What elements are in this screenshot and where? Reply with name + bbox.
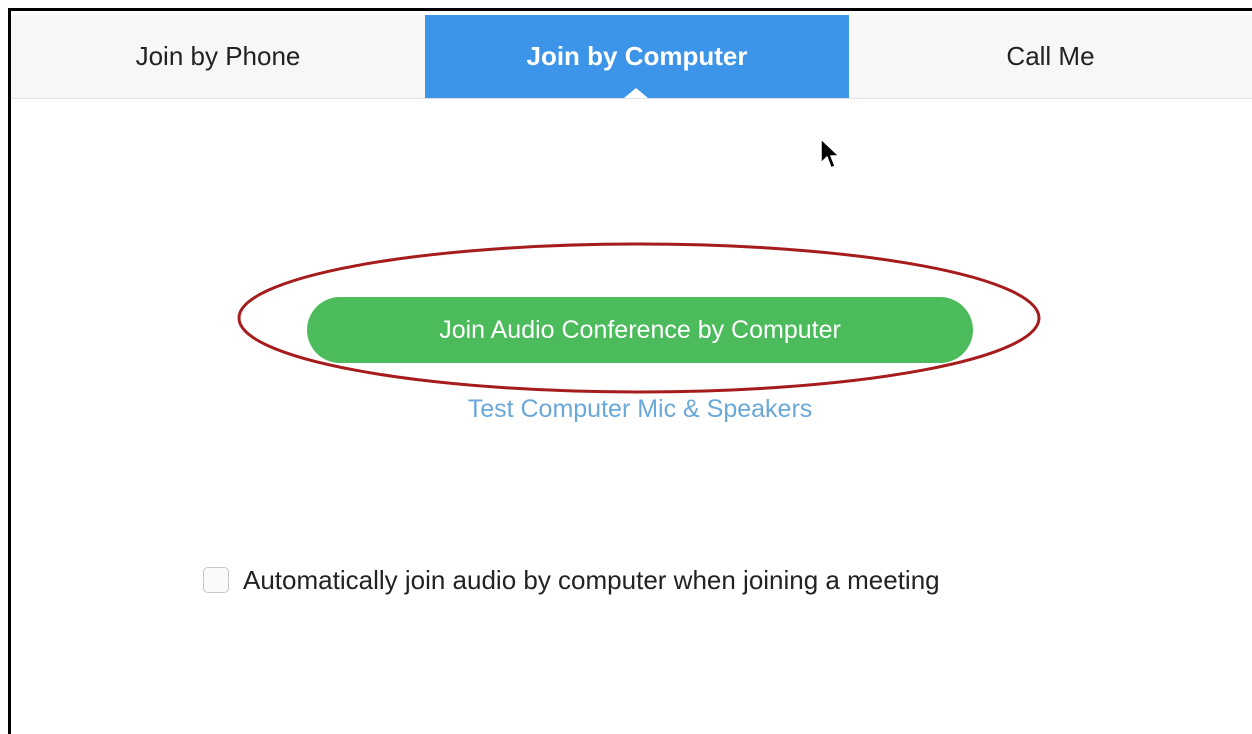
tab-bar: Join by Phone Join by Computer Call Me xyxy=(11,15,1252,99)
auto-join-checkbox[interactable] xyxy=(203,567,229,593)
mouse-pointer-icon xyxy=(820,138,840,169)
auto-join-label[interactable]: Automatically join audio by computer whe… xyxy=(243,565,940,596)
tab-call-me[interactable]: Call Me xyxy=(849,15,1252,98)
join-audio-conference-button[interactable]: Join Audio Conference by Computer xyxy=(307,297,973,363)
active-tab-indicator xyxy=(624,88,648,98)
auto-join-option: Automatically join audio by computer whe… xyxy=(203,563,940,597)
tab-join-by-phone[interactable]: Join by Phone xyxy=(11,15,425,98)
tab-join-by-computer[interactable]: Join by Computer xyxy=(425,15,849,98)
dialog-window: Join by Phone Join by Computer Call Me J… xyxy=(8,8,1252,734)
test-mic-speakers-link[interactable]: Test Computer Mic & Speakers xyxy=(307,395,973,424)
